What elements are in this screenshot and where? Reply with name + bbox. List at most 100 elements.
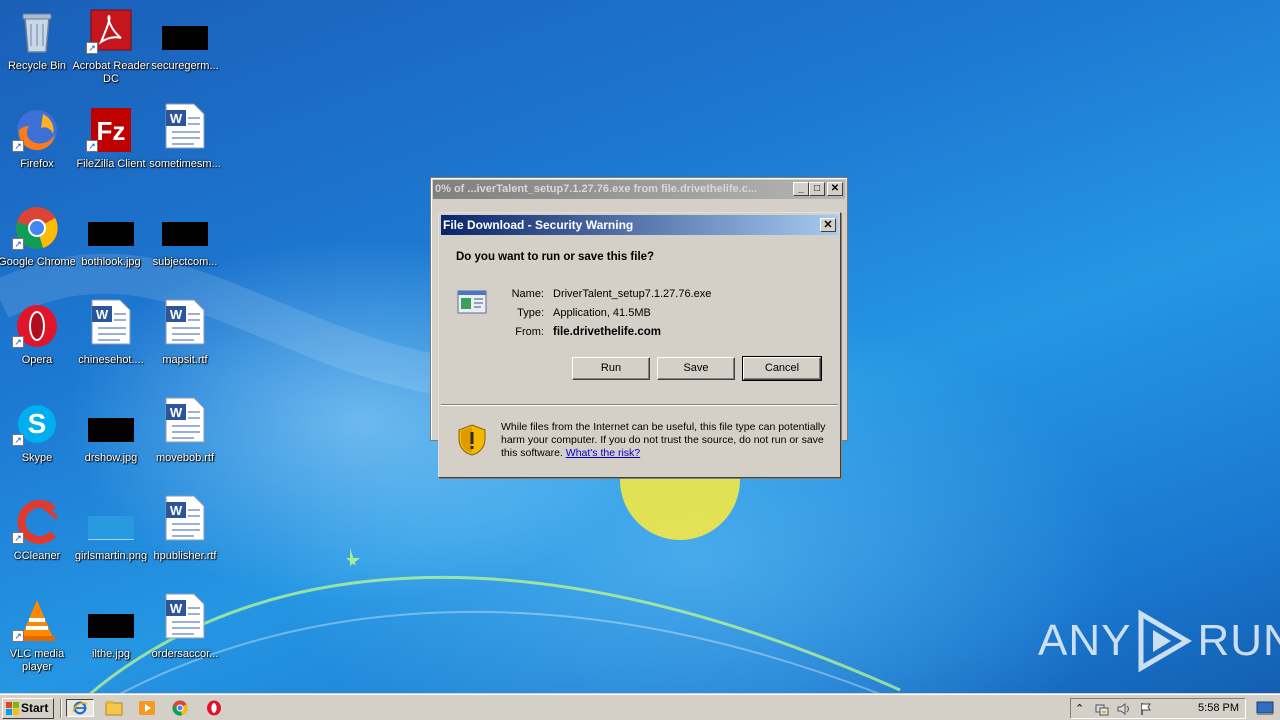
svg-text:W: W: [170, 307, 183, 322]
clock[interactable]: 5:58 PM: [1198, 701, 1239, 716]
desktop-icon-hpublisher[interactable]: W hpublisher.rtf: [148, 494, 222, 586]
file-explorer-icon[interactable]: [104, 699, 124, 717]
file-info: Name: DriverTalent_setup7.1.27.76.exe Ty…: [501, 285, 712, 342]
save-button[interactable]: Save: [657, 357, 735, 380]
warning-text: While files from the Internet can be use…: [501, 421, 826, 459]
svg-text:Fz: Fz: [97, 116, 126, 146]
warning-message: While files from the Internet can be use…: [501, 421, 831, 460]
icon-label: sometimesm...: [149, 158, 221, 170]
cancel-button[interactable]: Cancel: [742, 356, 822, 381]
shortcut-arrow-icon: ↗: [86, 140, 98, 152]
desktop-icon-ccleaner[interactable]: ↗ CCleaner: [0, 494, 74, 586]
anyrun-watermark: ANY RUN: [1038, 606, 1280, 676]
word-document-icon: W: [165, 593, 205, 639]
word-document-icon: W: [165, 495, 205, 541]
tray-expand-icon[interactable]: ⌃: [1075, 702, 1089, 716]
icon-label: mapsit.rtf: [162, 354, 208, 366]
security-warning-dialog[interactable]: File Download - Security Warning ✕ Do yo…: [438, 212, 841, 478]
icon-label: subjectcom...: [152, 256, 218, 268]
desktop-icon-subjectcom[interactable]: subjectcom...: [148, 200, 222, 292]
dialog-title: File Download - Security Warning: [443, 218, 634, 232]
shortcut-arrow-icon: ↗: [12, 140, 24, 152]
desktop-icon-recycle-bin[interactable]: Recycle Bin: [0, 4, 74, 96]
run-button[interactable]: Run: [572, 357, 650, 380]
image-thumbnail-icon: [162, 222, 208, 246]
shortcut-arrow-icon: ↗: [12, 532, 24, 544]
image-thumbnail-icon: [162, 26, 208, 50]
svg-text:W: W: [170, 503, 183, 518]
windows-logo-icon: [6, 702, 19, 715]
desktop-icon-opera[interactable]: ↗ Opera: [0, 298, 74, 390]
internet-explorer-icon[interactable]: [66, 699, 94, 717]
icon-label: movebob.rtf: [155, 452, 215, 464]
word-document-icon: W: [165, 397, 205, 443]
media-player-icon[interactable]: [137, 699, 157, 717]
shortcut-arrow-icon: ↗: [86, 42, 98, 54]
icon-label: girlsmartin.png: [74, 550, 148, 562]
image-thumbnail-icon: [88, 516, 134, 540]
icon-label: Acrobat Reader DC: [72, 60, 150, 85]
desktop-icon-ordersaccor[interactable]: W ordersaccor...: [148, 592, 222, 684]
image-thumbnail-icon: [88, 222, 134, 246]
maximize-button[interactable]: □: [809, 182, 825, 196]
shortcut-arrow-icon: ↗: [12, 434, 24, 446]
desktop-icon-drshow[interactable]: drshow.jpg: [74, 396, 148, 488]
type-label: Type:: [517, 307, 544, 319]
icon-label: chinesehot....: [78, 354, 144, 366]
opera-taskbar-icon[interactable]: [204, 699, 224, 717]
start-label: Start: [21, 701, 49, 715]
desktop-icon-chrome[interactable]: ↗ Google Chrome: [0, 200, 76, 292]
word-document-icon: W: [165, 103, 205, 149]
icon-label: Recycle Bin: [7, 60, 67, 72]
network-icon[interactable]: [1095, 702, 1109, 716]
security-shield-icon: [458, 424, 486, 456]
from-value: file.drivethelife.com: [553, 326, 662, 338]
desktop-icon-movebob[interactable]: W movebob.rtf: [148, 396, 222, 488]
desktop-icon-mapsit[interactable]: W mapsit.rtf: [148, 298, 222, 390]
download-window-title: 0% of ...iverTalent_setup7.1.27.76.exe f…: [435, 183, 757, 195]
action-center-flag-icon[interactable]: [1139, 702, 1153, 716]
play-logo-icon: [1138, 610, 1193, 672]
svg-text:W: W: [170, 601, 183, 616]
watermark-right: RUN: [1197, 616, 1280, 665]
desktop-icon-filezilla[interactable]: Fz ↗ FileZilla Client: [74, 102, 148, 194]
desktop-icon-acrobat[interactable]: ↗ Acrobat Reader DC: [72, 4, 150, 96]
desktop-icon-ilthe[interactable]: ilthe.jpg: [74, 592, 148, 684]
download-window-titlebar[interactable]: 0% of ...iverTalent_setup7.1.27.76.exe f…: [433, 180, 845, 199]
type-value: Application, 41.5MB: [553, 307, 651, 319]
desktop-icon-vlc[interactable]: ↗ VLC media player: [0, 592, 74, 684]
chrome-taskbar-icon[interactable]: [170, 699, 190, 717]
start-button[interactable]: Start: [2, 698, 54, 719]
svg-text:S: S: [28, 408, 47, 439]
desktop-icon-skype[interactable]: S ↗ Skype: [0, 396, 74, 488]
svg-text:W: W: [170, 111, 183, 126]
dialog-titlebar[interactable]: File Download - Security Warning ✕: [441, 215, 838, 235]
icon-label: Firefox: [20, 158, 54, 170]
icon-label: FileZilla Client: [76, 158, 146, 170]
name-label: Name:: [511, 288, 544, 300]
desktop-icon-girlsmartin[interactable]: girlsmartin.png: [74, 494, 148, 586]
volume-icon[interactable]: [1117, 702, 1131, 716]
desktop-icon-bothlook[interactable]: bothlook.jpg: [74, 200, 148, 292]
desktop-icon-chinesehot[interactable]: W chinesehot....: [74, 298, 148, 390]
whats-the-risk-link[interactable]: What's the risk?: [566, 447, 640, 459]
desktop-icon-securegerm[interactable]: securegerm...: [148, 4, 222, 96]
image-thumbnail-icon: [88, 614, 134, 638]
dialog-separator: [441, 404, 838, 406]
minimize-button[interactable]: _: [793, 182, 809, 196]
icon-label: bothlook.jpg: [81, 256, 141, 268]
show-desktop-icon[interactable]: [1256, 700, 1274, 716]
icon-label: CCleaner: [13, 550, 61, 562]
word-document-icon: W: [91, 299, 131, 345]
shortcut-arrow-icon: ↗: [12, 336, 24, 348]
desktop-icon-sometimesm[interactable]: W sometimesm...: [148, 102, 222, 194]
close-button[interactable]: ✕: [827, 182, 843, 196]
desktop-icon-firefox[interactable]: ↗ Firefox: [0, 102, 74, 194]
icon-label: Google Chrome: [0, 256, 76, 268]
svg-text:W: W: [170, 405, 183, 420]
dialog-close-button[interactable]: ✕: [820, 218, 836, 232]
taskbar: Start ⌃ 5:58 PM: [0, 694, 1280, 720]
application-file-icon: [457, 290, 487, 314]
system-tray: ⌃ 5:58 PM: [1070, 698, 1246, 719]
icon-label: hpublisher.rtf: [153, 550, 217, 562]
